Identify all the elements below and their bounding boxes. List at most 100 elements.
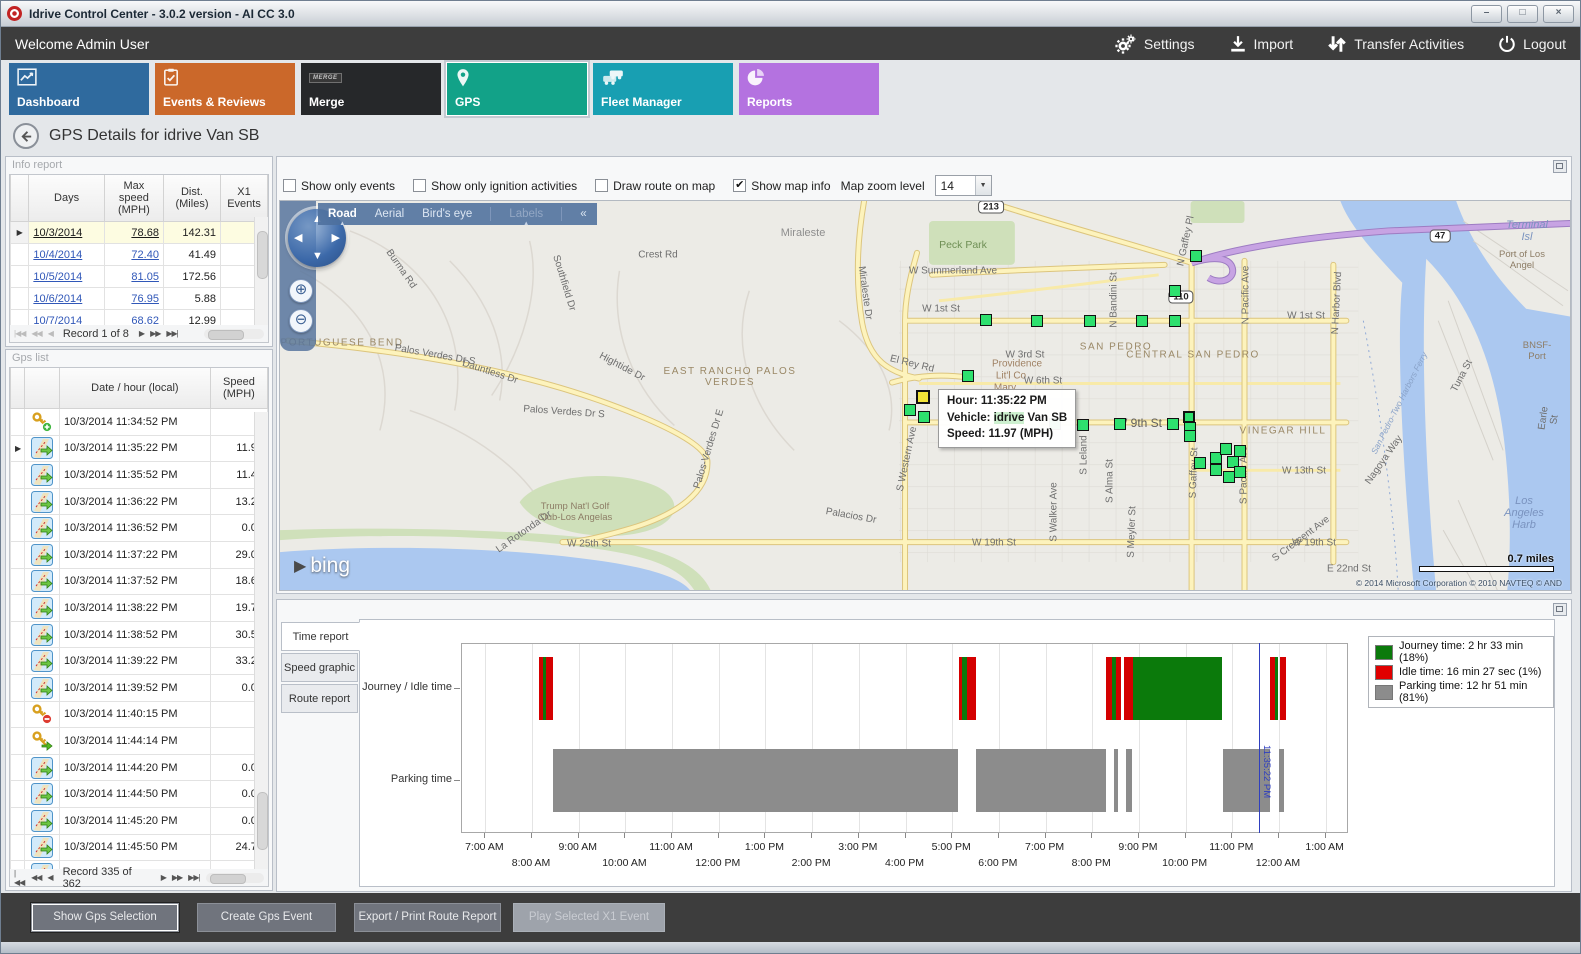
time-cursor-line[interactable] <box>1259 643 1260 833</box>
gps-marker[interactable] <box>1194 457 1206 469</box>
chart-panel-collapse-button[interactable] <box>1553 603 1567 616</box>
pager-prev-page-button[interactable]: ◀◀ <box>31 873 41 882</box>
info-column-header[interactable]: Max speed(MPH) <box>104 175 163 222</box>
gps-marker[interactable] <box>1220 443 1232 455</box>
gps-list-row[interactable]: 10/3/2014 11:36:22 PM13.28 <box>11 488 268 515</box>
map-mode-road[interactable]: Road▲ <box>328 208 357 220</box>
gps-list-row[interactable]: ▶10/3/2014 11:35:22 PM11.97 <box>11 435 268 462</box>
map-panel-collapse-button[interactable] <box>1553 160 1567 173</box>
pager-next-page-button[interactable]: ▶▶ <box>172 873 182 882</box>
nav-tile-reports[interactable]: Reports <box>739 63 879 115</box>
checkbox-show-map-info[interactable]: ✔Show map info <box>733 179 830 193</box>
pager-last-button[interactable]: ▶▶| <box>166 329 177 338</box>
settings-button[interactable]: Settings <box>1115 34 1195 54</box>
maximize-button[interactable]: □ <box>1507 5 1538 23</box>
pager-next-button[interactable]: ▶ <box>161 873 166 882</box>
pager-prev-button[interactable]: ◀ <box>47 873 52 882</box>
map-mode-labels[interactable]: Labels▲ <box>509 208 543 220</box>
gps-marker[interactable] <box>1167 418 1179 430</box>
map-mode-birdseye[interactable]: Bird's eye <box>422 208 472 220</box>
max-speed-link[interactable]: 78.68 <box>131 227 159 239</box>
logout-button[interactable]: Logout <box>1498 35 1566 53</box>
gps-marker[interactable] <box>1169 285 1181 297</box>
gps-list-row[interactable]: 10/3/2014 11:40:15 PM <box>11 701 268 728</box>
nav-tile-fleet-manager[interactable]: Fleet Manager <box>593 63 733 115</box>
day-link[interactable]: 10/4/2014 <box>33 249 82 261</box>
pager-first-button[interactable]: |◀◀ <box>14 869 25 887</box>
map-mode-aerial[interactable]: Aerial <box>375 208 404 220</box>
max-speed-link[interactable]: 76.95 <box>131 293 159 305</box>
info-report-row[interactable]: ▶10/3/201478.68142.31 <box>11 222 268 244</box>
gps-list-row[interactable]: 10/3/2014 11:35:52 PM11.47 <box>11 462 268 489</box>
map-zoom-out-button[interactable]: ⊖ <box>289 309 313 333</box>
gps-column-header[interactable]: Date / hour (local) <box>59 368 210 409</box>
gps-column-header[interactable]: Speed(MPH) <box>210 368 267 409</box>
nav-tile-merge[interactable]: MERGEMerge <box>301 63 441 115</box>
gps-marker[interactable] <box>1136 315 1148 327</box>
bing-map[interactable]: ▲▼ ◀▶ ⊕ ⊖ Road▲AerialBird's eyeLabels▲« … <box>279 200 1571 591</box>
info-report-row[interactable]: 10/4/201472.4041.49 <box>11 244 268 266</box>
tab-time-report[interactable]: Time report <box>281 622 360 651</box>
pager-last-button[interactable]: ▶▶| <box>188 873 199 882</box>
close-button[interactable]: × <box>1543 5 1574 23</box>
day-link[interactable]: 10/6/2014 <box>33 293 82 305</box>
gps-marker[interactable] <box>1114 418 1126 430</box>
pager-horizontal-scrollbar[interactable] <box>206 873 264 883</box>
gps-list-row[interactable]: 10/3/2014 11:37:52 PM18.63 <box>11 568 268 595</box>
gps-marker[interactable] <box>1169 315 1181 327</box>
checkbox-draw-route-on-map[interactable]: Draw route on map <box>595 179 715 193</box>
gps-list-row[interactable]: 10/3/2014 11:44:14 PM <box>11 728 268 755</box>
gps-list-row[interactable]: 10/3/2014 11:36:52 PM0.00 <box>11 515 268 542</box>
pager-next-page-button[interactable]: ▶▶ <box>150 329 160 338</box>
gps-marker[interactable] <box>1184 430 1196 442</box>
map-zoom-in-button[interactable]: ⊕ <box>289 279 313 303</box>
gps-marker[interactable] <box>962 370 974 382</box>
pager-first-button[interactable]: |◀◀ <box>14 329 25 338</box>
checkbox-show-only-events[interactable]: Show only events <box>283 179 395 193</box>
gps-marker[interactable] <box>1210 464 1222 476</box>
selected-gps-marker[interactable] <box>916 390 930 404</box>
export-print-route-report-button[interactable]: Export / Print Route Report <box>354 903 501 932</box>
gps-marker[interactable] <box>1031 315 1043 327</box>
pager-horizontal-scrollbar[interactable] <box>204 329 264 339</box>
minimize-button[interactable]: – <box>1471 5 1502 23</box>
nav-tile-events-reviews[interactable]: Events & Reviews <box>155 63 295 115</box>
gps-list-row[interactable]: 10/3/2014 11:34:52 PM <box>11 409 268 436</box>
gps-marker[interactable] <box>904 404 916 416</box>
pager-next-button[interactable]: ▶ <box>139 329 144 338</box>
gps-list-row[interactable]: 10/3/2014 11:39:52 PM0.00 <box>11 674 268 701</box>
gps-list-row[interactable]: 10/3/2014 11:38:22 PM19.70 <box>11 595 268 622</box>
day-link[interactable]: 10/3/2014 <box>33 227 82 239</box>
gps-marker[interactable] <box>918 411 930 423</box>
info-column-header[interactable]: Dist.(Miles) <box>163 175 220 222</box>
info-grid-scrollbar[interactable] <box>254 217 268 326</box>
gps-marker[interactable] <box>980 314 992 326</box>
show-gps-selection-button[interactable]: Show Gps Selection <box>31 903 179 932</box>
tab-route-report[interactable]: Route report <box>281 684 358 713</box>
back-button[interactable] <box>13 123 39 149</box>
info-report-row[interactable]: 10/5/201481.05172.56 <box>11 266 268 288</box>
gps-grid-scrollbar[interactable] <box>254 412 268 871</box>
nav-tile-gps[interactable]: GPS <box>447 63 587 115</box>
map-bar-collapse-button[interactable]: « <box>580 208 586 220</box>
gps-list-row[interactable]: 10/3/2014 11:45:20 PM0.00 <box>11 807 268 834</box>
max-speed-link[interactable]: 81.05 <box>131 271 159 283</box>
gps-list-row[interactable]: 10/3/2014 11:44:20 PM0.00 <box>11 754 268 781</box>
pager-prev-button[interactable]: ◀ <box>48 329 53 338</box>
gps-list-row[interactable]: 10/3/2014 11:45:50 PM24.75 <box>11 834 268 861</box>
checkbox-show-only-ignition-activities[interactable]: Show only ignition activities <box>413 179 577 193</box>
gps-list-row[interactable]: 10/3/2014 11:44:50 PM0.00 <box>11 781 268 808</box>
map-zoom-select[interactable]: 14 ▼ <box>935 175 992 196</box>
gps-marker[interactable] <box>1077 419 1089 431</box>
nav-tile-dashboard[interactable]: Dashboard <box>9 63 149 115</box>
gps-marker[interactable] <box>1234 466 1246 478</box>
transfer-activities-button[interactable]: Transfer Activities <box>1327 35 1464 53</box>
import-button[interactable]: Import <box>1229 35 1294 53</box>
gps-list-row[interactable]: 10/3/2014 11:38:52 PM30.55 <box>11 621 268 648</box>
info-column-header[interactable]: X1 Events <box>221 175 268 222</box>
max-speed-link[interactable]: 72.40 <box>131 249 159 261</box>
create-gps-event-button[interactable]: Create Gps Event <box>197 903 336 932</box>
gps-marker[interactable] <box>1190 250 1202 262</box>
day-link[interactable]: 10/5/2014 <box>33 271 82 283</box>
info-report-row[interactable]: 10/6/201476.955.88 <box>11 288 268 310</box>
